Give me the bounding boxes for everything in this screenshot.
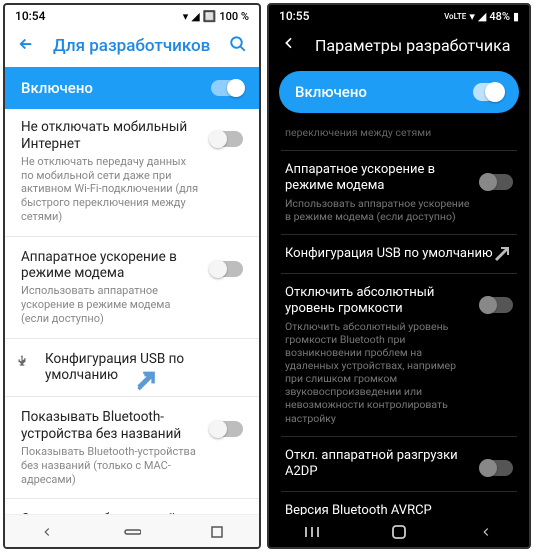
item-a2dp[interactable]: Откл. аппаратной разгрузки A2DP — [269, 439, 529, 490]
item-partial: переключения между сетями — [269, 123, 529, 148]
status-bar: 10:54 ▾ ◢ 🔲 100 % — [5, 5, 259, 25]
toggle[interactable] — [481, 460, 513, 476]
divider — [281, 436, 517, 437]
app-bar: Для разработчиков — [5, 25, 259, 67]
phone-light: 10:54 ▾ ◢ 🔲 100 % Для разработчиков Вклю… — [3, 3, 261, 549]
signal-icon: ◢ — [191, 10, 199, 23]
nav-bar — [269, 515, 529, 547]
toggle[interactable] — [211, 421, 243, 437]
item-abs-volume[interactable]: Отключить абсолютный уровень громкости О… — [5, 501, 259, 514]
item-title: Конфигурация USB по умолчанию — [285, 246, 513, 262]
enabled-banner[interactable]: Включено — [279, 71, 519, 113]
nav-recent[interactable] — [208, 523, 226, 541]
nav-back[interactable] — [38, 523, 56, 541]
nav-back[interactable] — [477, 523, 495, 541]
battery-icon: 🔲 — [203, 10, 217, 23]
divider — [5, 236, 259, 237]
battery-text: 48% — [489, 10, 510, 23]
toggle[interactable] — [211, 261, 243, 277]
settings-list[interactable]: переключения между сетями Аппаратное уск… — [269, 123, 529, 515]
enabled-banner[interactable]: Включено — [5, 67, 259, 109]
divider — [281, 273, 517, 274]
item-title: Показывать Bluetooth-устройства без назв… — [21, 409, 201, 443]
item-hw-accel[interactable]: Аппаратное ускорение в режиме модема Исп… — [269, 153, 529, 232]
divider — [5, 498, 259, 499]
pointer-arrow-icon — [135, 367, 163, 399]
item-sub: переключения между сетями — [285, 126, 513, 139]
battery-text: 100 % — [219, 10, 249, 23]
toggle[interactable] — [481, 174, 513, 190]
status-time: 10:55 — [279, 9, 309, 23]
item-title: Версия Bluetooth AVRCP — [285, 503, 513, 515]
battery-icon: ▮ — [513, 10, 519, 23]
toggle[interactable] — [211, 131, 243, 147]
status-bar: 10:55 VoLTE ▾ ◢ 48% ▮ — [269, 5, 529, 25]
item-title: Отключить абсолютный уровень громкости — [285, 285, 471, 318]
settings-list[interactable]: Не отключать мобильный Интернет Не отклю… — [5, 109, 259, 514]
item-title: Аппаратное ускорение в режиме модема — [285, 162, 471, 195]
enabled-toggle[interactable] — [473, 83, 503, 101]
item-bt-names[interactable]: Показывать Bluetooth-устройства без назв… — [5, 399, 259, 496]
nav-recent[interactable] — [303, 523, 321, 541]
item-abs-volume[interactable]: Отключить абсолютный уровень громкости О… — [269, 276, 529, 434]
divider — [281, 150, 517, 151]
item-sub: Показывать Bluetooth-устройства без назв… — [21, 445, 201, 486]
item-mobile-data[interactable]: Не отключать мобильный Интернет Не отклю… — [5, 109, 259, 234]
status-icons: ▾ ◢ 🔲 100 % — [183, 10, 249, 23]
nav-home[interactable] — [123, 523, 141, 541]
divider — [281, 491, 517, 492]
divider — [5, 338, 259, 339]
search-button[interactable] — [229, 35, 247, 57]
item-sub: Использовать аппаратное ускорение в режи… — [285, 197, 471, 223]
enabled-label: Включено — [295, 83, 367, 101]
nav-bar — [5, 514, 259, 547]
app-bar: Параметры разработчика — [269, 25, 529, 65]
pointer-arrow-icon — [493, 241, 517, 269]
wifi-icon: ▾ — [183, 10, 189, 23]
item-usb-config[interactable]: Конфигурация USB по умолчанию — [269, 237, 529, 271]
divider — [281, 234, 517, 235]
item-title: Отключить абсолютный уровень громкости — [21, 511, 201, 514]
item-title: Не отключать мобильный Интернет — [21, 119, 201, 153]
signal-icon: ◢ — [478, 10, 486, 23]
enabled-label: Включено — [21, 79, 93, 97]
toggle[interactable] — [481, 297, 513, 313]
volte-icon: VoLTE — [444, 12, 466, 21]
item-title: Аппаратное ускорение в режиме модема — [21, 249, 201, 283]
nav-home[interactable] — [390, 523, 408, 541]
enabled-toggle[interactable] — [211, 80, 243, 96]
item-usb-config[interactable]: Конфигурация USB по умолчанию — [5, 341, 259, 395]
status-time: 10:54 — [15, 9, 45, 23]
back-button[interactable] — [281, 35, 297, 55]
item-sub: Отключить абсолютный уровень громкости B… — [285, 320, 471, 425]
item-title: Откл. аппаратной разгрузки A2DP — [285, 448, 471, 481]
item-hw-accel[interactable]: Аппаратное ускорение в режиме модема Исп… — [5, 239, 259, 336]
page-title: Для разработчиков — [53, 36, 210, 56]
item-avrcp[interactable]: Версия Bluetooth AVRCP AVRCP 1.4 (по умо… — [269, 494, 529, 515]
page-title: Параметры разработчика — [315, 36, 510, 55]
back-button[interactable] — [17, 35, 35, 57]
divider — [5, 396, 259, 397]
phone-dark: 10:55 VoLTE ▾ ◢ 48% ▮ Параметры разработ… — [267, 3, 531, 549]
wifi-icon: ▾ — [469, 10, 475, 23]
usb-icon — [15, 353, 29, 372]
status-icons: VoLTE ▾ ◢ 48% ▮ — [444, 10, 519, 23]
item-sub: Использовать аппаратное ускорение в режи… — [21, 284, 201, 325]
item-sub: Не отключать передачу данных по мобильно… — [21, 155, 201, 224]
